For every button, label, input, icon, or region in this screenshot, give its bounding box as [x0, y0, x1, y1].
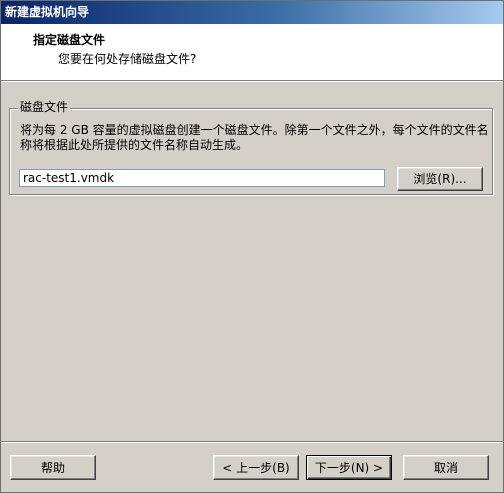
disk-file-input[interactable] — [19, 169, 385, 187]
disk-file-description: 将为每 2 GB 容量的虚拟磁盘创建一个磁盘文件。除第一个文件之外，每个文件的文… — [20, 123, 489, 152]
help-button[interactable]: 帮助 — [10, 455, 96, 480]
window-title: 新建虚拟机向导 — [5, 5, 90, 19]
new-vm-wizard-window: 新建虚拟机向导 指定磁盘文件 您要在何处存储磁盘文件? 磁盘文件 将为每 2 G… — [0, 0, 504, 493]
title-bar[interactable]: 新建虚拟机向导 — [1, 1, 503, 24]
page-subtitle: 您要在何处存储磁盘文件? — [58, 52, 197, 66]
back-button[interactable]: < 上一步(B) — [213, 455, 299, 480]
cancel-button[interactable]: 取消 — [403, 455, 489, 480]
footer-separator — [1, 441, 503, 443]
next-button[interactable]: 下一步(N) > — [306, 455, 392, 480]
disk-file-groupbox: 磁盘文件 将为每 2 GB 容量的虚拟磁盘创建一个磁盘文件。除第一个文件之外，每… — [9, 100, 493, 195]
browse-button[interactable]: 浏览(R)... — [397, 167, 483, 191]
page-title: 指定磁盘文件 — [33, 33, 106, 47]
wizard-header: 指定磁盘文件 您要在何处存储磁盘文件? — [1, 24, 503, 81]
groupbox-label: 磁盘文件 — [18, 100, 71, 115]
